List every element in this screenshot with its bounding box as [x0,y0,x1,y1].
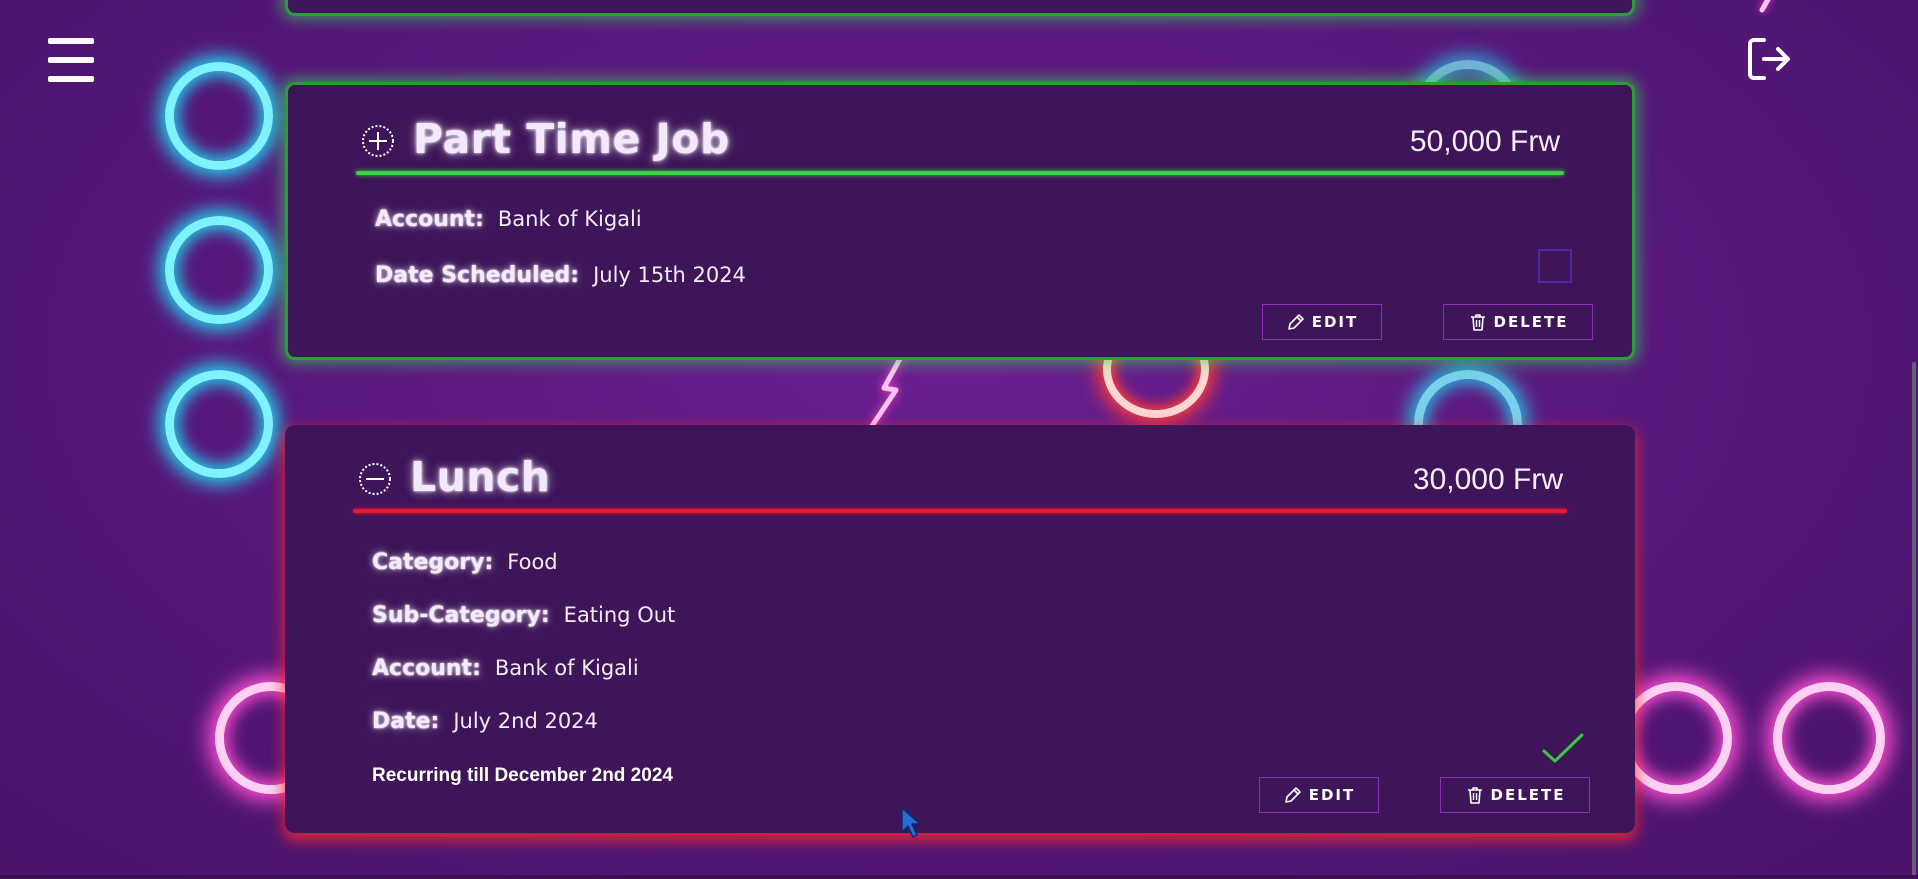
neon-ring-decoration [1620,682,1732,794]
scrollbar-thumb[interactable] [1912,362,1916,879]
neon-ring-decoration [165,62,273,170]
trash-icon [1470,314,1485,331]
transaction-card-expense: Lunch 30,000 Frw Category: Food Sub-Cate… [285,425,1635,833]
field-label: Account: [372,656,481,681]
app-screen: Part Time Job 50,000 Frw Account: Bank o… [0,0,1918,879]
edit-button[interactable]: EDIT [1259,777,1379,813]
delete-button[interactable]: DELETE [1440,777,1590,813]
delete-button[interactable]: DELETE [1443,304,1593,340]
account-field: Account: Bank of Kigali [372,656,639,681]
card-header: Part Time Job 50,000 Frw [356,115,1564,175]
minus-circle-icon[interactable] [358,462,392,496]
hamburger-menu-icon [48,38,94,44]
pencil-icon [1287,314,1304,330]
edit-label: EDIT [1311,313,1359,331]
recurring-note: Recurring till December 2nd 2024 [372,765,673,786]
field-label: Category: [372,550,494,575]
hamburger-menu-icon [48,57,94,63]
transaction-card-income: Part Time Job 50,000 Frw Account: Bank o… [285,82,1635,360]
transaction-amount: 30,000 Frw [1412,463,1563,496]
date-scheduled-field: Date Scheduled: July 15th 2024 [375,263,746,288]
expense-divider [353,509,1567,513]
mouse-cursor-icon [901,807,921,838]
trash-icon [1467,787,1482,804]
field-label: Date: [372,709,440,734]
pencil-icon [1284,787,1301,803]
delete-label: DELETE [1490,786,1566,804]
account-field: Account: Bank of Kigali [375,207,642,232]
field-value: Eating Out [563,603,676,627]
field-value: Bank of Kigali [497,207,642,231]
field-label: Date Scheduled: [375,263,580,288]
hamburger-menu-icon [48,76,94,82]
field-value: July 2nd 2024 [453,709,598,733]
delete-label: DELETE [1493,313,1569,331]
scrollbar[interactable] [1910,0,1918,879]
card-header: Lunch 30,000 Frw [353,453,1567,513]
neon-ring-decoration [165,370,273,478]
field-label: Sub-Category: [372,603,550,628]
bottom-edge [0,875,1918,879]
field-label: Account: [375,207,484,232]
sub-category-field: Sub-Category: Eating Out [372,603,675,628]
category-field: Category: Food [372,550,558,575]
edit-label: EDIT [1308,786,1356,804]
checkmark-icon[interactable] [1541,731,1585,767]
transaction-amount: 50,000 Frw [1409,125,1560,158]
field-value: Food [507,550,558,574]
neon-ring-decoration [165,216,273,324]
income-divider [356,171,1564,175]
field-value: Bank of Kigali [494,656,639,680]
menu-button[interactable] [48,38,94,82]
neon-bolt-decoration [869,352,905,429]
transaction-card-previous [285,0,1635,16]
plus-circle-icon[interactable] [361,124,395,158]
edit-button[interactable]: EDIT [1262,304,1382,340]
neon-bolt-decoration [1759,0,1771,13]
transaction-title: Part Time Job [413,115,730,163]
date-field: Date: July 2nd 2024 [372,709,598,734]
transaction-title: Lunch [410,453,551,501]
field-value: July 15th 2024 [593,263,746,287]
logout-icon[interactable] [1746,36,1792,82]
neon-ring-decoration [1773,682,1885,794]
completed-checkbox[interactable] [1538,249,1572,283]
